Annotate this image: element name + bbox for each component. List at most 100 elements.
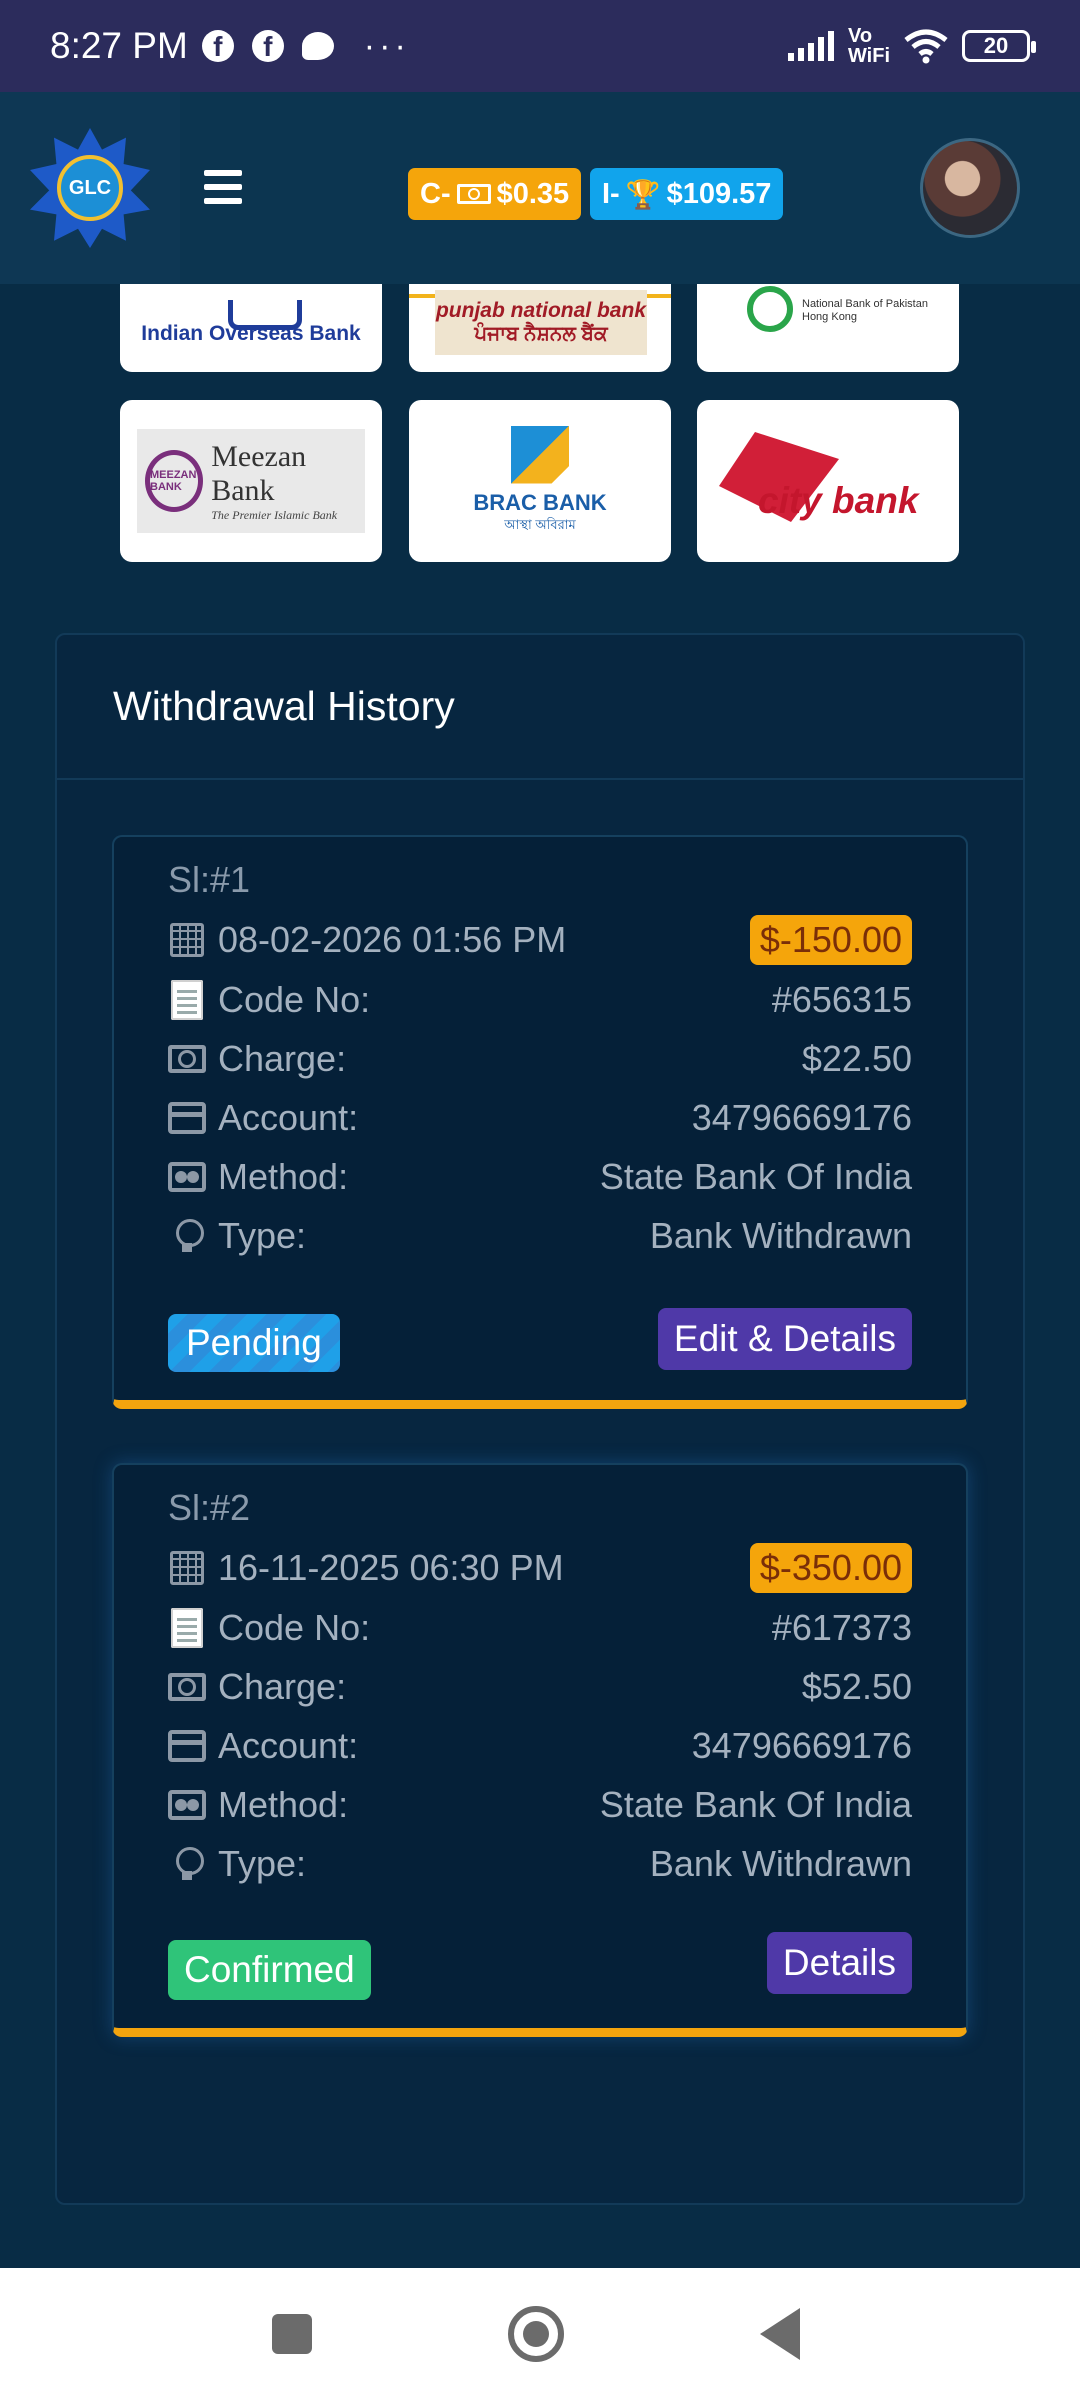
bank-card-brac[interactable]: BRAC BANK আস্থা অবিরাম [409, 400, 671, 562]
credit-card-icon [168, 1730, 206, 1762]
cash-icon [168, 1045, 206, 1073]
type-label: Type: [218, 1843, 307, 1884]
bank-location: Hong Kong [802, 311, 858, 323]
coin-prefix: C- [420, 177, 451, 210]
charge-value: $52.50 [801, 1666, 912, 1707]
withdrawal-history-panel: Withdrawal History Sl:#1 08-02-2026 01:5… [55, 633, 1025, 2205]
bank-tagline: আস্থা অবিরাম [504, 516, 576, 532]
withdrawal-card: Sl:#2 16-11-2025 06:30 PM $-350.00 Code … [112, 1463, 968, 2037]
account-value: 34796669176 [691, 1725, 912, 1766]
method-label: Method: [218, 1784, 349, 1825]
bank-tagline: The Premier Islamic Bank [211, 507, 338, 522]
panel-title: Withdrawal History [113, 683, 455, 729]
details-button[interactable]: Details [766, 1932, 912, 1994]
income-balance-badge[interactable]: I- 🏆 $109.57 [590, 168, 784, 220]
system-nav-bar [0, 2268, 1080, 2400]
lightbulb-icon [176, 1219, 204, 1253]
code-row: Code No: #617373 [168, 1603, 912, 1653]
glc-logo-icon: GLC [30, 128, 150, 248]
charge-label: Charge: [218, 1038, 347, 1079]
signal-icon [787, 31, 834, 61]
date-row: 16-11-2025 06:30 PM $-350.00 [168, 1543, 912, 1593]
income-balance: $109.57 [666, 177, 772, 210]
type-value: Bank Withdrawn [649, 1843, 912, 1884]
facebook-icon: f [201, 30, 234, 62]
facebook-icon: f [251, 30, 284, 62]
code-row: Code No: #656315 [168, 975, 912, 1025]
bank-name: city bank [758, 480, 919, 521]
coin-balance-badge[interactable]: C- $0.35 [408, 168, 582, 220]
avatar[interactable] [920, 138, 1020, 238]
document-icon [171, 980, 203, 1020]
serial-number: Sl:#1 [168, 859, 251, 900]
charge-value: $22.50 [801, 1038, 912, 1079]
date-row: 08-02-2026 01:56 PM $-150.00 [168, 915, 912, 965]
method-row: Method: State Bank Of India [168, 1152, 912, 1202]
logo[interactable]: GLC [0, 92, 180, 284]
logo-text: GLC [57, 155, 123, 221]
bank-card-meezan[interactable]: MEEZAN BANK Meezan Bank The Premier Isla… [120, 400, 382, 562]
code-label: Code No: [218, 979, 371, 1020]
charge-label: Charge: [218, 1666, 347, 1707]
method-value: State Bank Of India [599, 1784, 912, 1825]
code-value: #656315 [771, 979, 912, 1020]
message-icon [301, 32, 334, 60]
amount-badge: $-350.00 [749, 1543, 912, 1593]
account-label: Account: [218, 1097, 359, 1138]
bank-name: National Bank of Pakistan [802, 298, 928, 310]
back-icon[interactable] [760, 2308, 800, 2360]
status-badge: Confirmed [168, 1940, 371, 2000]
more-notifications-icon: ··· [363, 27, 410, 65]
account-value: 34796669176 [691, 1097, 912, 1138]
account-row: Account: 34796669176 [168, 1093, 912, 1143]
income-prefix: I- [602, 177, 620, 210]
method-label: Method: [218, 1156, 349, 1197]
withdrawal-datetime: 08-02-2026 01:56 PM [218, 919, 567, 960]
panel-header: Withdrawal History [57, 635, 1023, 780]
payment-card-icon [168, 1790, 206, 1820]
charge-row: Charge: $52.50 [168, 1662, 912, 1712]
withdrawal-datetime: 16-11-2025 06:30 PM [218, 1547, 564, 1588]
cash-icon [456, 184, 491, 204]
code-label: Code No: [218, 1607, 371, 1648]
method-row: Method: State Bank Of India [168, 1780, 912, 1830]
wifi-icon [904, 29, 948, 64]
code-value: #617373 [771, 1607, 912, 1648]
nbp-logo-icon [747, 286, 793, 332]
payment-card-icon [168, 1162, 206, 1192]
edit-details-button[interactable]: Edit & Details [657, 1308, 912, 1370]
account-label: Account: [218, 1725, 359, 1766]
calendar-icon [170, 923, 204, 957]
bank-name: punjab national bank [435, 299, 646, 322]
battery-icon: 20 [962, 30, 1036, 62]
vowifi-line1: Vo [847, 25, 873, 47]
account-row: Account: 34796669176 [168, 1721, 912, 1771]
app-header: GLC C- $0.35 I- 🏆 $109.57 [0, 92, 1080, 284]
type-row: Type: Bank Withdrawn [168, 1211, 912, 1261]
recents-icon[interactable] [272, 2314, 312, 2354]
menu-icon[interactable] [204, 170, 242, 204]
bank-name-punjabi: ਪੰਜਾਬ ਨੈਸ਼ਨਲ ਬੈਂਕ [474, 323, 608, 345]
status-badge: Pending [168, 1314, 340, 1372]
serial-number: Sl:#2 [168, 1487, 251, 1528]
cash-icon [168, 1673, 206, 1701]
type-row: Type: Bank Withdrawn [168, 1839, 912, 1889]
bank-name: Meezan Bank [211, 439, 307, 507]
vowifi-line2: WiFi [847, 45, 890, 67]
status-bar: 8:27 PM f f ··· Vo WiFi 20 [0, 0, 1080, 92]
method-value: State Bank Of India [599, 1156, 912, 1197]
type-value: Bank Withdrawn [649, 1215, 912, 1256]
trophy-icon: 🏆 [625, 178, 661, 210]
document-icon [171, 1608, 203, 1648]
brac-logo-icon [511, 425, 569, 484]
home-icon[interactable] [508, 2306, 564, 2362]
amount-badge: $-150.00 [749, 915, 912, 965]
type-label: Type: [218, 1215, 307, 1256]
pnb-logo: punjab national bank ਪੰਜਾਬ ਨੈਸ਼ਨਲ ਬੈਂਕ [435, 290, 647, 355]
lightbulb-icon [176, 1847, 204, 1881]
charge-row: Charge: $22.50 [168, 1034, 912, 1084]
bank-card-city[interactable]: city bank [697, 400, 959, 562]
bank-name: BRAC BANK [473, 489, 607, 515]
withdrawal-card: Sl:#1 08-02-2026 01:56 PM $-150.00 Code … [112, 835, 968, 1409]
credit-card-icon [168, 1102, 206, 1134]
